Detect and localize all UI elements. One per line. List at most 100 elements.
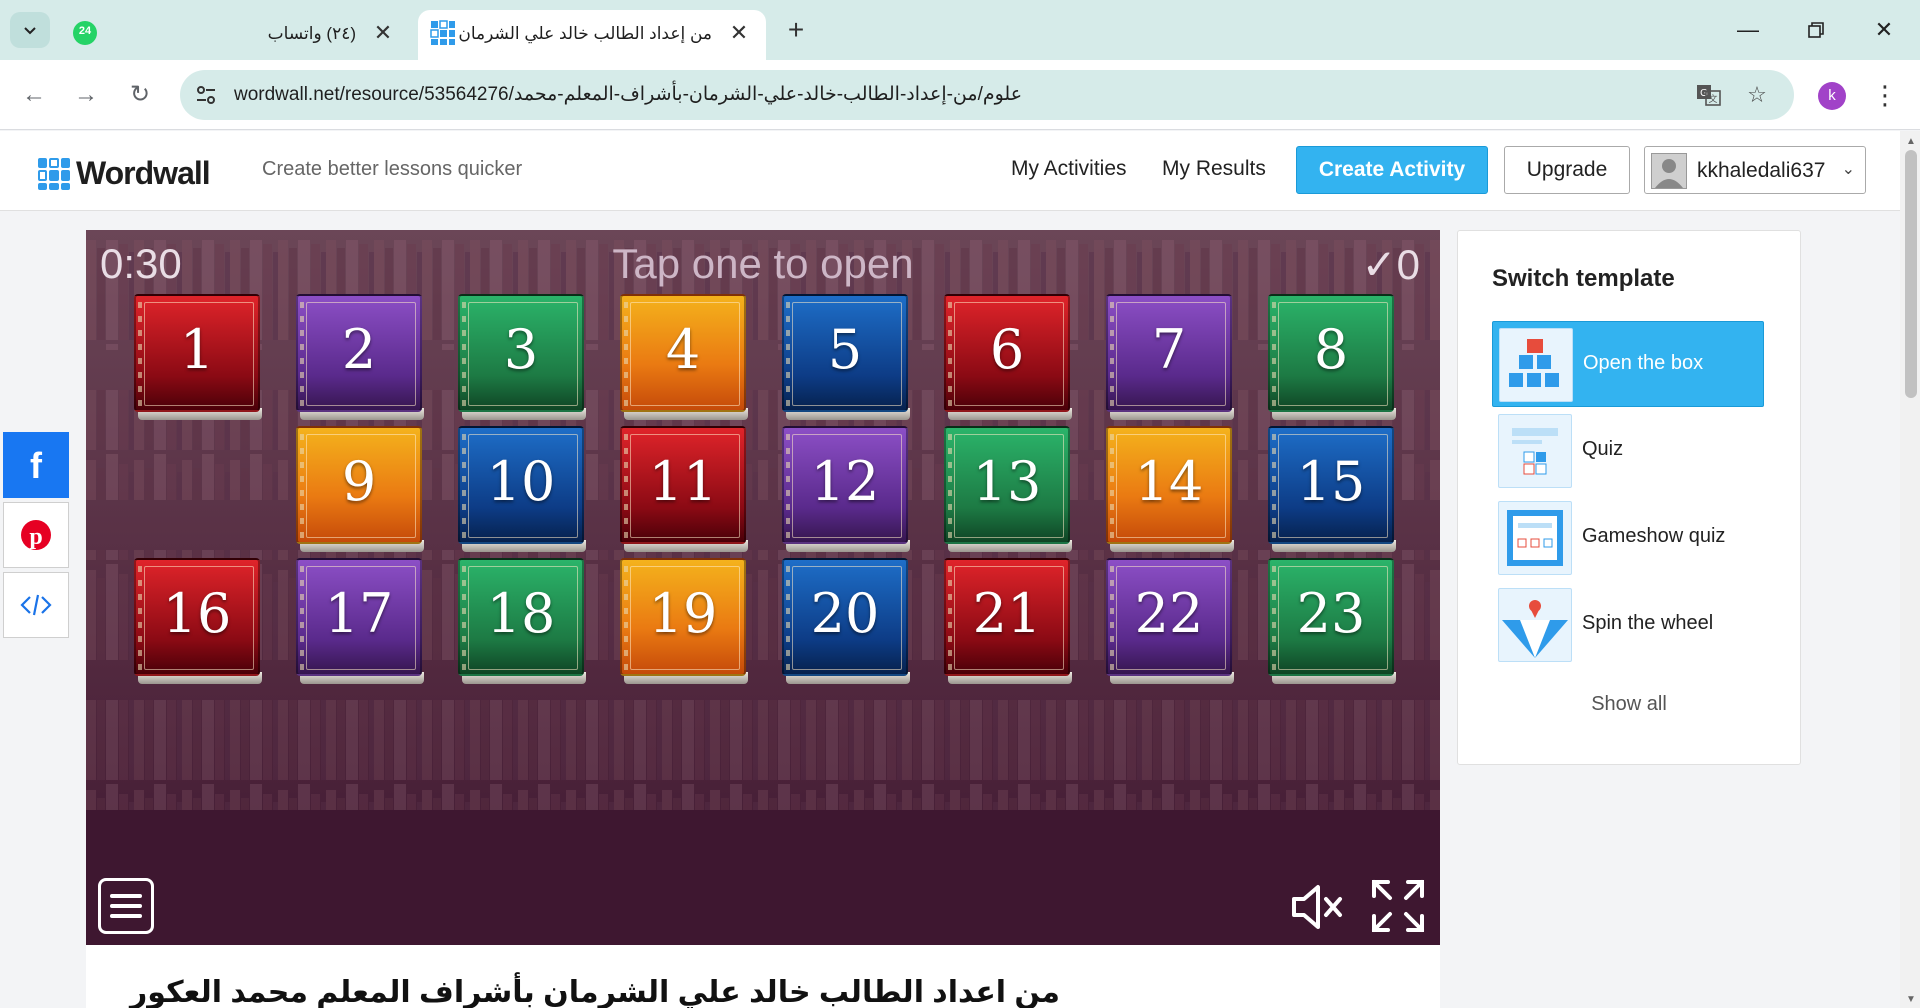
- box-10[interactable]: 10: [456, 426, 586, 558]
- box-13[interactable]: 13: [942, 426, 1072, 558]
- template-gameshow-quiz[interactable]: Gameshow quiz: [1492, 495, 1764, 581]
- box-19[interactable]: 19: [618, 558, 748, 690]
- fullscreen-icon[interactable]: [1370, 878, 1426, 934]
- facebook-icon: f: [30, 448, 43, 482]
- box-number: 14: [1134, 450, 1204, 513]
- score-counter: ✓0: [1361, 240, 1420, 289]
- box-number: 16: [162, 582, 232, 645]
- box-4[interactable]: 4: [618, 294, 748, 426]
- scroll-up-icon[interactable]: ▲: [1904, 136, 1918, 148]
- box-20[interactable]: 20: [780, 558, 910, 690]
- box-16[interactable]: 16: [132, 558, 262, 690]
- box-number: 20: [810, 582, 880, 645]
- box-cover: 15: [1268, 426, 1394, 544]
- forward-icon[interactable]: →: [68, 77, 104, 113]
- avatar: [1651, 153, 1687, 189]
- box-number: 6: [989, 318, 1025, 381]
- box-number: 22: [1134, 582, 1204, 645]
- tab-wordwall[interactable]: من إعداد الطالب خالد علي الشرمان ✕: [418, 10, 766, 60]
- pinterest-share-button[interactable]: p: [3, 502, 69, 568]
- box-number: 18: [486, 582, 556, 645]
- box-number: 23: [1296, 582, 1366, 645]
- create-activity-button[interactable]: Create Activity: [1296, 146, 1488, 194]
- box-number: 4: [665, 318, 701, 381]
- box-cover: 3: [458, 294, 584, 412]
- mute-icon[interactable]: [1290, 880, 1346, 934]
- reload-icon[interactable]: ↻: [122, 77, 158, 113]
- score-value: 0: [1396, 241, 1420, 288]
- template-label: Open the box: [1583, 352, 1704, 374]
- box-14[interactable]: 14: [1104, 426, 1234, 558]
- browser-tab-bar: 24 (٢٤) واتساب ✕ من إعداد الطالب خالد عل…: [0, 0, 1920, 60]
- box-cover: 8: [1268, 294, 1394, 412]
- box-1[interactable]: 1: [132, 294, 262, 426]
- box-15[interactable]: 15: [1266, 426, 1396, 558]
- embed-share-button[interactable]: [3, 572, 69, 638]
- box-5[interactable]: 5: [780, 294, 910, 426]
- site-info-icon[interactable]: [194, 83, 218, 107]
- restore-icon[interactable]: [1796, 12, 1836, 48]
- upgrade-button[interactable]: Upgrade: [1504, 146, 1630, 194]
- tab-search-button[interactable]: [10, 12, 50, 48]
- box-cover: 11: [620, 426, 746, 544]
- box-22[interactable]: 22: [1104, 558, 1234, 690]
- pinterest-icon: p: [21, 520, 51, 550]
- profile-avatar[interactable]: k: [1818, 82, 1846, 110]
- tab-badge: 24: [78, 25, 92, 37]
- box-3[interactable]: 3: [456, 294, 586, 426]
- box-2[interactable]: 2: [294, 294, 424, 426]
- new-tab-button[interactable]: +: [780, 14, 812, 46]
- close-icon[interactable]: ✕: [726, 20, 752, 46]
- browser-menu-icon[interactable]: ⋮: [1872, 78, 1898, 112]
- user-menu[interactable]: kkhaledali637 ⌄: [1644, 146, 1866, 194]
- box-cover: 4: [620, 294, 746, 412]
- box-23[interactable]: 23: [1266, 558, 1396, 690]
- logo-icon: [38, 157, 70, 190]
- box-12[interactable]: 12: [780, 426, 910, 558]
- svg-text:f: f: [30, 448, 43, 482]
- template-spin-the-wheel[interactable]: Spin the wheel: [1492, 582, 1764, 668]
- tagline: Create better lessons quicker: [262, 158, 523, 180]
- box-number: 13: [972, 450, 1042, 513]
- box-cover: 7: [1106, 294, 1232, 412]
- my-activities-link[interactable]: My Activities: [1011, 157, 1127, 181]
- bookshelf-background: [86, 230, 1440, 945]
- box-cover: 9: [296, 426, 422, 544]
- tab-title: من إعداد الطالب خالد علي الشرمان: [458, 24, 712, 43]
- box-8[interactable]: 8: [1266, 294, 1396, 426]
- box-number: 1: [179, 318, 215, 381]
- box-number: 19: [648, 582, 718, 645]
- box-17[interactable]: 17: [294, 558, 424, 690]
- box-9[interactable]: 9: [294, 426, 424, 558]
- back-icon[interactable]: ←: [16, 77, 52, 113]
- box-number: 15: [1296, 450, 1366, 513]
- box-11[interactable]: 11: [618, 426, 748, 558]
- scroll-down-icon[interactable]: ▼: [1904, 994, 1918, 1006]
- my-results-link[interactable]: My Results: [1162, 157, 1266, 181]
- browser-toolbar: ← → ↻ wordwall.net/resource/53564276/علو…: [0, 60, 1920, 130]
- template-label: Spin the wheel: [1582, 612, 1714, 634]
- menu-icon[interactable]: [98, 878, 154, 934]
- template-open-the-box[interactable]: Open the box: [1492, 321, 1764, 407]
- minimize-icon[interactable]: —: [1728, 12, 1768, 48]
- show-all-link[interactable]: Show all: [1458, 693, 1800, 716]
- close-icon[interactable]: ✕: [370, 20, 396, 46]
- box-number: 2: [341, 318, 377, 381]
- wordwall-logo[interactable]: Wordwall: [38, 155, 211, 192]
- box-18[interactable]: 18: [456, 558, 586, 690]
- scrollbar-thumb[interactable]: [1905, 150, 1917, 398]
- template-quiz[interactable]: Quiz: [1492, 408, 1764, 494]
- box-7[interactable]: 7: [1104, 294, 1234, 426]
- box-21[interactable]: 21: [942, 558, 1072, 690]
- box-6[interactable]: 6: [942, 294, 1072, 426]
- facebook-share-button[interactable]: f: [3, 432, 69, 498]
- box-cover: 14: [1106, 426, 1232, 544]
- checkmark-icon: ✓: [1361, 241, 1397, 288]
- game-canvas[interactable]: 0:30 Tap one to open ✓0 1 2 3 4 5 6 7 8 9 10 11 12 1…: [86, 230, 1440, 945]
- bookmark-star-icon[interactable]: ☆: [1744, 82, 1770, 108]
- gameshow-quiz-icon: [1498, 501, 1572, 575]
- window-close-icon[interactable]: ✕: [1864, 12, 1904, 48]
- address-bar[interactable]: wordwall.net/resource/53564276/علوم/من-إ…: [180, 70, 1794, 120]
- tab-whatsapp[interactable]: 24 (٢٤) واتساب ✕: [60, 10, 410, 60]
- translate-icon[interactable]: G文: [1696, 82, 1722, 108]
